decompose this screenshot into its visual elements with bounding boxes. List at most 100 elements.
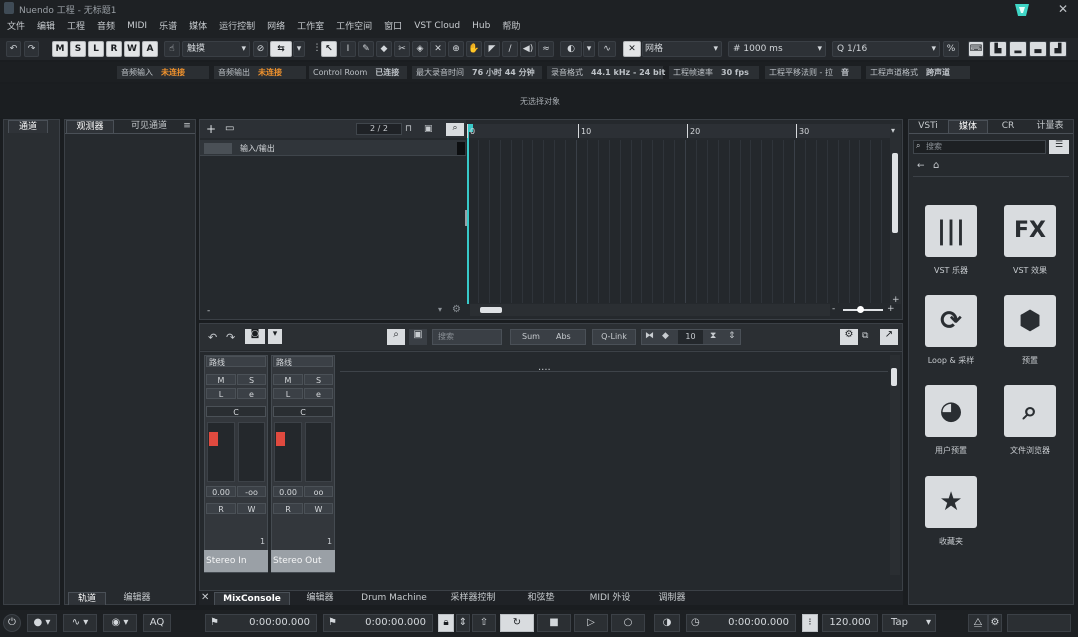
power-icon[interactable]: ⏻ [3,614,21,632]
tab-lower-zone[interactable]: 调制器 [650,592,694,605]
media-search-input[interactable]: 搜索 [913,140,1046,154]
read-button[interactable]: R [273,503,303,514]
event-display[interactable] [467,140,890,303]
grid-value-select[interactable]: # 1000 ms ▾ [728,41,826,57]
snap-wave-icon[interactable]: ∿ [598,41,616,57]
list-view-icon[interactable]: ☰ [1049,140,1069,154]
fader-track[interactable] [207,422,235,482]
routing-select[interactable]: 路线 [206,356,266,367]
menu-item[interactable]: 媒体 [189,19,215,32]
folder-add-icon[interactable]: ▭ [225,123,234,134]
stepper-icon[interactable]: ⇕ [728,331,736,341]
line-tool-icon[interactable]: / [502,41,518,57]
channel-count-field[interactable]: 10 [678,330,703,344]
narrow-icon[interactable]: ⧓ [645,331,654,341]
split-tool-icon[interactable]: ✂ [394,41,410,57]
punch-in-icon[interactable]: ⇕ [456,614,470,632]
color-tool-icon[interactable]: ◐ [560,41,582,57]
tap-select[interactable]: Tap ▾ [882,614,936,632]
touch-icon[interactable]: ☝ [164,41,180,57]
collapse-icon[interactable]: - [207,306,210,316]
tab-visibility[interactable]: 可见通道 [120,120,178,133]
add-track-icon[interactable]: + [206,122,216,136]
tab-lower-zone[interactable]: 采样器控制 [441,592,505,605]
aq-button[interactable]: AQ [143,614,171,632]
media-tile[interactable]: ⟳ [925,295,977,347]
keyboard-icon[interactable]: ⌨ [968,41,984,57]
snapshot-icon[interactable]: ◙ [245,329,265,344]
layout-left-icon[interactable]: ▙ [989,41,1007,57]
tempo-track-icon[interactable]: ⁝ [802,614,818,632]
draw-tool-icon[interactable]: ✎ [358,41,374,57]
media-tile[interactable]: FX [1004,205,1056,257]
iterative-quantize-icon[interactable]: % [943,41,959,57]
menu-item[interactable]: Hub [472,21,498,31]
volume-value[interactable]: 0.00 [273,486,303,497]
pointer-tool-icon[interactable]: ↖ [321,41,337,57]
mode-button-s[interactable]: S [70,41,86,57]
lock-icon[interactable]: ⊓ [405,124,412,134]
info-cell[interactable]: 音频输出 未连接 [214,66,306,79]
mode-button-w[interactable]: W [124,41,140,57]
metronome-select[interactable]: ◉ ▾ [103,614,137,632]
tab-editor[interactable]: 编辑器 [113,592,161,605]
read-button[interactable]: R [206,503,236,514]
solo-button[interactable]: S [304,374,333,385]
media-tile[interactable]: ||| [925,205,977,257]
cycle-icon[interactable]: ↻ [500,614,534,632]
mute-button[interactable]: M [206,374,236,385]
gear-icon[interactable]: ⚙ [452,304,461,315]
info-cell[interactable]: 工程帧速率 30 fps [669,66,759,79]
metronome-icon[interactable]: ⧋ [968,614,988,632]
playhead-cursor[interactable] [467,124,469,304]
volume-value[interactable]: 0.00 [206,486,236,497]
edit-icon[interactable]: e [237,388,266,399]
tab-lower-zone[interactable]: 编辑器 [295,592,345,605]
timeline-ruler[interactable] [467,124,890,138]
media-tile[interactable]: ⌕ [1004,385,1056,437]
waveform-select[interactable]: ∿ ▾ [63,614,97,632]
fader-handle[interactable] [209,432,218,446]
search-icon[interactable]: ⌕ [446,123,464,136]
mute-button[interactable]: M [273,374,303,385]
tab-right-zone[interactable]: 计量表 [1030,120,1070,133]
right-locator-field[interactable]: ⚑ 0:00:00.000 [323,614,433,632]
edit-icon[interactable]: e [304,388,333,399]
layout-right-icon[interactable]: ▟ [1049,41,1067,57]
zoom-slider-thumb[interactable] [857,306,864,313]
tab-lower-zone[interactable]: MixConsole [214,592,290,605]
autoscroll-icon[interactable]: ⇆ [270,41,292,57]
grid-type-select[interactable]: 网格 ▾ [642,41,722,57]
write-button[interactable]: W [304,503,333,514]
redo-icon[interactable]: ↷ [24,41,39,57]
pan-control[interactable]: C [273,406,333,417]
media-tile[interactable]: ★ [925,476,977,528]
info-cell[interactable]: 最大录音时间 76 小时 44 分钟 [412,66,542,79]
menu-item[interactable]: 音频 [97,19,123,32]
search-icon[interactable]: ⌕ [387,329,405,345]
window-close-button[interactable]: ✕ [1048,0,1078,18]
channel-name[interactable]: Stereo Out [271,550,335,572]
zoom-in-icon[interactable]: + [887,304,895,314]
info-cell[interactable]: 工程声道格式 跨声道 [866,66,970,79]
menu-item[interactable]: 运行控制 [219,19,263,32]
chevron-down-icon[interactable]: ▾ [268,329,282,344]
menu-item[interactable]: 编辑 [37,19,63,32]
undo-icon[interactable]: ↶ [208,331,217,344]
chevron-down-icon[interactable]: ▾ [438,305,442,314]
horizontal-scrollbar-thumb[interactable] [480,307,502,313]
window-icon[interactable]: ▣ [409,329,427,345]
tab-lower-zone[interactable]: Drum Machine [355,592,433,605]
tab-right-zone[interactable]: 媒体 [948,120,988,133]
redo-icon[interactable]: ↷ [226,331,235,344]
mixer-scrollbar-thumb[interactable] [891,368,897,386]
horizontal-scrollbar[interactable] [470,304,830,316]
popout-icon[interactable]: ⧉ [862,331,868,341]
media-tile[interactable]: ◕ [925,385,977,437]
snap-icon[interactable]: ✕ [623,41,641,57]
menu-item[interactable]: 网络 [267,19,293,32]
glue-tool-icon[interactable]: ◈ [412,41,428,57]
menu-item[interactable]: VST Cloud [414,21,468,31]
info-cell[interactable]: Control Room 已连接 [309,66,407,79]
widen-icon[interactable]: ◆ [662,331,669,341]
